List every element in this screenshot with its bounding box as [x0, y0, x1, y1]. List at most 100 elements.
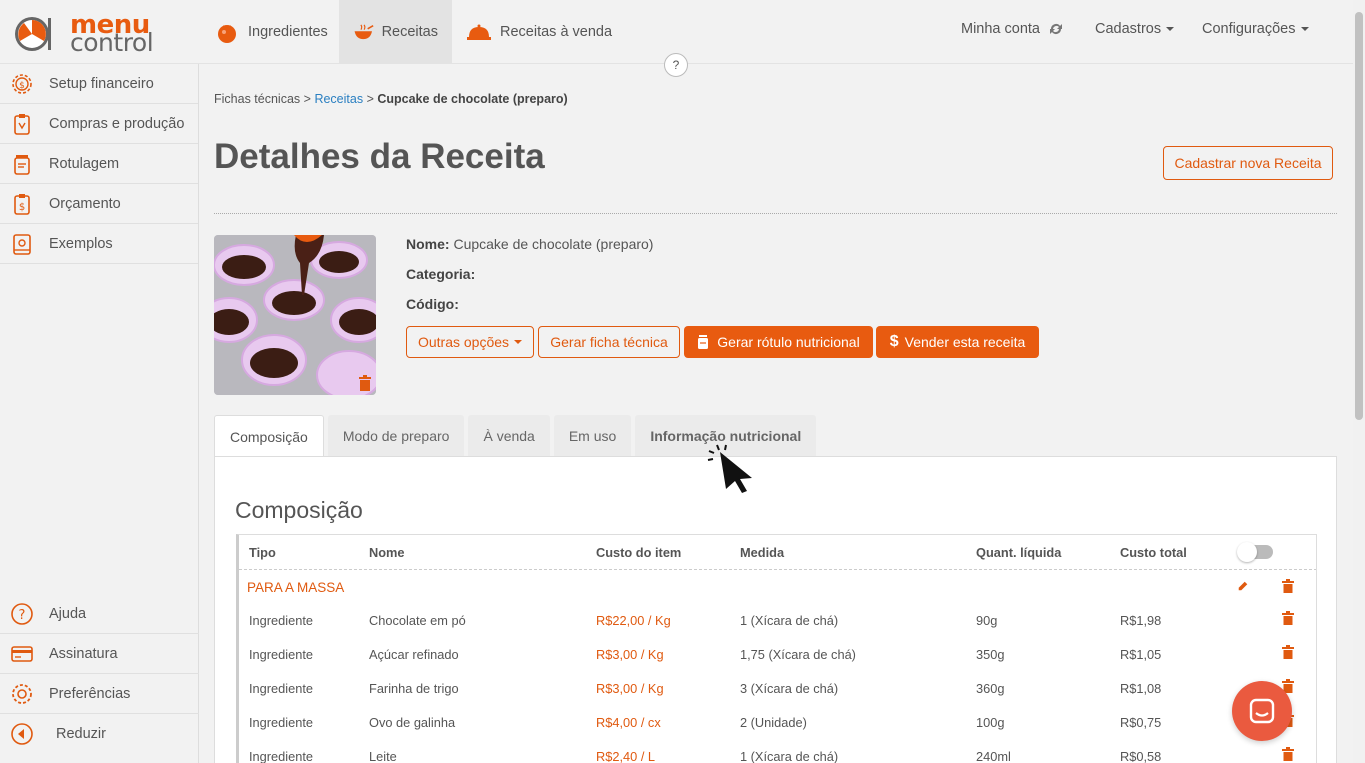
trash-icon[interactable]: [1282, 579, 1294, 593]
cell-tipo: Ingrediente: [249, 681, 314, 696]
sidebar-item-setup-financeiro[interactable]: $ Setup financeiro: [0, 64, 198, 104]
header-custo-item: Custo do item: [596, 545, 682, 560]
nav-receitas-a-venda[interactable]: Receitas à venda: [452, 0, 626, 64]
composition-table: Tipo Nome Custo do item Medida Quant. lí…: [236, 534, 1317, 763]
header-custo-total: Custo total: [1120, 545, 1187, 560]
clipboard-dollar-icon: $: [14, 193, 30, 215]
sidebar-item-rotulagem[interactable]: Rotulagem: [0, 144, 198, 184]
cadastros-label: Cadastros: [1095, 21, 1162, 37]
tab-modo-de-preparo[interactable]: Modo de preparo: [327, 415, 465, 457]
trash-icon[interactable]: [1282, 611, 1294, 625]
cell-tipo: Ingrediente: [249, 715, 314, 730]
sync-icon: [1050, 24, 1062, 34]
cell-medida: 1 (Xícara de chá): [740, 613, 839, 628]
breadcrumb-receitas-link[interactable]: Receitas: [314, 92, 363, 106]
gear-icon: [12, 683, 32, 704]
group-accent-bar: [236, 570, 239, 604]
cell-quant: 360g: [976, 681, 1005, 696]
outras-opcoes-dropdown[interactable]: Outras opções: [406, 326, 534, 358]
table-toggle-switch[interactable]: [1237, 542, 1273, 562]
jar-icon: [14, 154, 30, 175]
caret-down-icon: [514, 340, 523, 344]
sidebar-item-ajuda[interactable]: ? Ajuda: [0, 594, 199, 634]
cell-total: R$1,08: [1120, 681, 1162, 696]
cloche-icon: [467, 24, 491, 40]
cell-custo[interactable]: R$22,00 / Kg: [596, 613, 671, 628]
dollar-icon: $: [889, 333, 899, 350]
table-row: Ingrediente Farinha de trigo R$3,00 / Kg…: [239, 671, 1316, 705]
cadastros-dropdown[interactable]: Cadastros: [1095, 0, 1175, 58]
page-title: Detalhes da Receita: [214, 137, 545, 176]
tab-composicao[interactable]: Composição: [214, 415, 324, 457]
vender-receita-button[interactable]: $ Vender esta receita: [876, 326, 1039, 358]
nav-receitas[interactable]: Receitas: [339, 0, 452, 64]
sidebar-item-compras-producao[interactable]: Compras e produção: [0, 104, 198, 144]
trash-icon[interactable]: [1282, 645, 1294, 659]
jar-icon: [698, 335, 709, 349]
bowl-icon: [354, 24, 374, 40]
name-value: Cupcake de chocolate (preparo): [453, 236, 654, 252]
trash-icon[interactable]: [358, 375, 372, 391]
cupcake-photo-illustration: [214, 235, 376, 395]
sidebar-item-orcamento[interactable]: $ Orçamento: [0, 184, 198, 224]
tab-em-uso[interactable]: Em uso: [553, 415, 632, 457]
minha-conta-label: Minha conta: [961, 21, 1040, 37]
cell-tipo: Ingrediente: [249, 647, 314, 662]
recipe-code-field: Código:: [406, 296, 459, 312]
outras-opcoes-label: Outras opções: [417, 334, 510, 350]
cell-total: R$1,05: [1120, 647, 1162, 662]
cell-nome: Chocolate em pó: [369, 613, 466, 628]
cell-total: R$1,98: [1120, 613, 1162, 628]
breadcrumb-root[interactable]: Fichas técnicas: [214, 92, 300, 106]
vender-label: Vender esta receita: [904, 334, 1026, 350]
cell-medida: 1,75 (Xícara de chá): [740, 647, 856, 662]
sidebar-item-label: Setup financeiro: [49, 75, 154, 92]
svg-text:?: ?: [19, 608, 26, 623]
cell-custo[interactable]: R$4,00 / cx: [596, 715, 661, 730]
tab-a-venda[interactable]: À venda: [468, 415, 550, 457]
nav-receitas-a-venda-label: Receitas à venda: [500, 24, 613, 40]
sidebar-item-exemplos[interactable]: Exemplos: [0, 224, 198, 264]
breadcrumb: Fichas técnicas > Receitas > Cupcake de …: [214, 92, 568, 106]
vertical-scrollbar[interactable]: [1353, 0, 1365, 763]
card-icon: [11, 645, 33, 662]
configuracoes-dropdown[interactable]: Configurações: [1202, 0, 1309, 58]
cell-custo[interactable]: R$2,40 / L: [596, 749, 655, 763]
cell-tipo: Ingrediente: [249, 749, 314, 763]
divider: [214, 213, 1337, 214]
question-icon: ?: [11, 602, 33, 625]
chat-widget-button[interactable]: [1232, 681, 1292, 741]
gerar-rotulo-nutricional-button[interactable]: Gerar rótulo nutricional: [684, 326, 873, 358]
sidebar-bottom: ? Ajuda Assinatura Preferências Reduzir: [0, 594, 199, 754]
menu-control-logo[interactable]: menu control: [14, 10, 154, 57]
sidebar-item-preferencias[interactable]: Preferências: [0, 674, 199, 714]
cell-medida: 3 (Xícara de chá): [740, 681, 839, 696]
header-nome: Nome: [369, 545, 405, 560]
sidebar-item-reduzir[interactable]: Reduzir: [0, 714, 199, 754]
clipboard-icon: [14, 113, 30, 135]
name-label: Nome:: [406, 236, 450, 252]
pencil-icon[interactable]: [1237, 579, 1249, 593]
sidebar-item-assinatura[interactable]: Assinatura: [0, 634, 199, 674]
minha-conta-link[interactable]: Minha conta: [961, 0, 1064, 58]
cadastrar-nova-receita-button[interactable]: Cadastrar nova Receita: [1163, 146, 1333, 180]
code-label: Código:: [406, 296, 459, 312]
table-row: Ingrediente Chocolate em pó R$22,00 / Kg…: [239, 603, 1316, 637]
category-label: Categoria:: [406, 266, 476, 282]
gerar-ficha-tecnica-button[interactable]: Gerar ficha técnica: [538, 326, 680, 358]
cell-custo[interactable]: R$3,00 / Kg: [596, 647, 664, 662]
breadcrumb-separator: >: [366, 92, 374, 106]
scrollbar-thumb[interactable]: [1355, 12, 1363, 420]
trash-icon[interactable]: [1282, 747, 1294, 761]
nav-ingredientes[interactable]: Ingredientes: [200, 0, 342, 64]
nav-ingredientes-label: Ingredientes: [248, 24, 328, 40]
caret-down-icon: [1300, 27, 1309, 31]
svg-text:$: $: [19, 202, 25, 213]
cell-nome: Leite: [369, 749, 397, 763]
recipe-photo: [214, 235, 376, 395]
gear-dollar-icon: $: [12, 73, 32, 94]
cell-medida: 2 (Unidade): [740, 715, 807, 730]
table-row: Ingrediente Leite R$2,40 / L 1 (Xícara d…: [239, 739, 1316, 763]
sidebar-item-label: Orçamento: [49, 195, 121, 212]
cell-custo[interactable]: R$3,00 / Kg: [596, 681, 664, 696]
